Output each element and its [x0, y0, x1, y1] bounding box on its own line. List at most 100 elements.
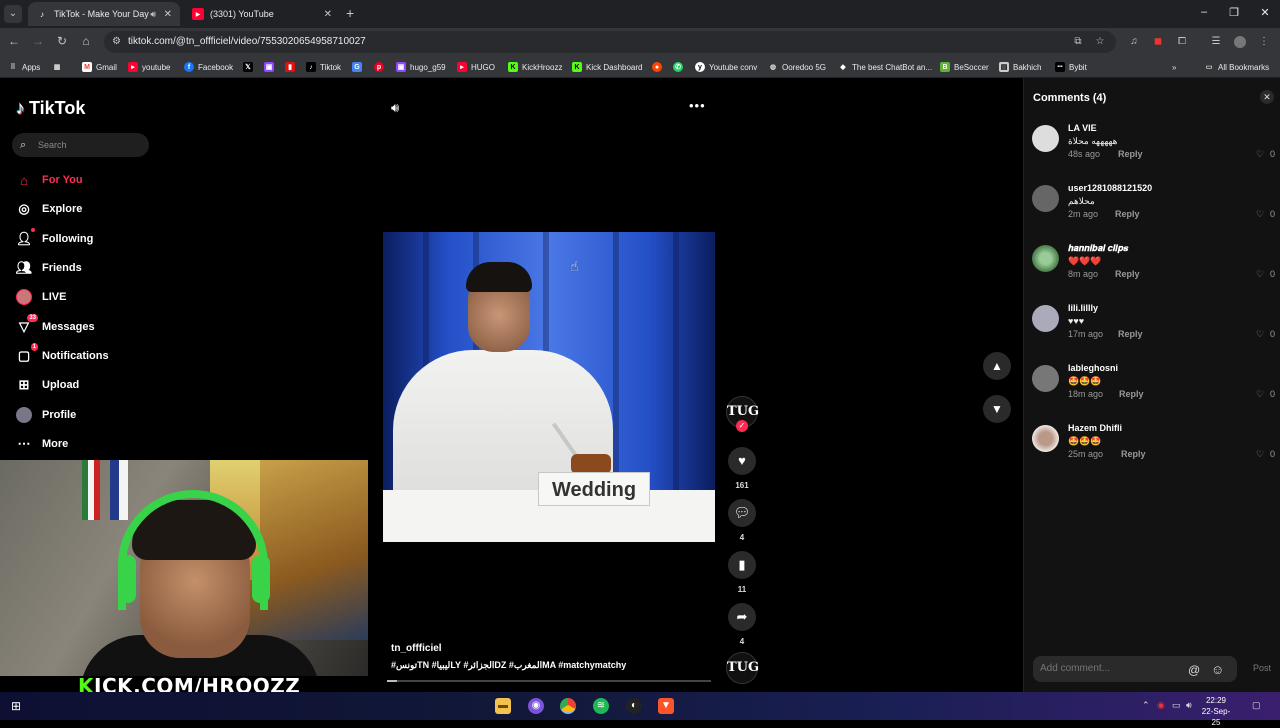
- all-bookmarks[interactable]: ▭ All Bookmarks: [1204, 60, 1269, 74]
- nav-friends[interactable]: 👥︎ Friends: [16, 258, 82, 278]
- like-button[interactable]: ♥: [728, 447, 756, 475]
- comment-username[interactable]: lableghosni: [1068, 363, 1118, 373]
- reply-button[interactable]: Reply: [1118, 149, 1143, 159]
- nav-upload[interactable]: ⊞ Upload: [16, 375, 80, 395]
- minimize-icon[interactable]: –: [1194, 6, 1214, 18]
- bookmark-whatsapp[interactable]: ✆: [673, 60, 687, 74]
- share-button[interactable]: ➦: [728, 603, 756, 631]
- bookmark-twitch[interactable]: ▣: [264, 60, 278, 74]
- bookmark-reddit[interactable]: ●: [652, 60, 666, 74]
- bookmark-hugo[interactable]: ▸ HUGO: [457, 60, 495, 74]
- reply-button[interactable]: Reply: [1119, 389, 1144, 399]
- comment-username[interactable]: user1281088121520: [1068, 183, 1152, 193]
- search-input[interactable]: ⌕ Search: [12, 133, 149, 157]
- follow-check-icon[interactable]: ✓: [736, 420, 748, 432]
- extension-icon[interactable]: ◼: [1152, 36, 1164, 48]
- tiktok-logo[interactable]: ♪ TikTok: [16, 98, 85, 119]
- avatar[interactable]: [1032, 365, 1059, 392]
- nav-profile[interactable]: Profile: [16, 405, 76, 425]
- profile-avatar-icon[interactable]: [1234, 36, 1246, 48]
- comment-username[interactable]: Hazem Dhifli: [1068, 423, 1122, 433]
- extensions-puzzle-icon[interactable]: ⧠: [1176, 36, 1188, 48]
- avatar[interactable]: [1032, 245, 1059, 272]
- volume-tray-icon[interactable]: 🔊︎: [1186, 700, 1192, 711]
- heart-outline-icon[interactable]: ♡: [1256, 449, 1264, 460]
- comment-username[interactable]: 𝒉𝒂𝒏𝒏𝒊𝒃𝒂𝒍 𝒄𝒍𝒊𝒑𝒔: [1068, 243, 1128, 254]
- tray-chevron-icon[interactable]: ⌃: [1142, 700, 1150, 711]
- heart-outline-icon[interactable]: ♡: [1256, 149, 1264, 160]
- home-icon[interactable]: ⌂: [78, 34, 94, 48]
- comment-button[interactable]: 💬︎: [728, 499, 756, 527]
- video-hashtags[interactable]: #تونسTN #ليبياLY #الجزائرDZ #المغربMA #m…: [391, 660, 626, 671]
- reply-button[interactable]: Reply: [1115, 269, 1140, 279]
- save-button[interactable]: ▮: [728, 551, 756, 579]
- spotify-icon[interactable]: ≋: [593, 698, 609, 714]
- bookmark-apps[interactable]: ⠿ Apps: [8, 60, 40, 74]
- bookmark-kickhroozz[interactable]: K KickHroozz: [508, 60, 562, 74]
- forward-icon[interactable]: →: [30, 34, 46, 48]
- bookmark-translate[interactable]: G: [352, 60, 366, 74]
- bookmark-bybit[interactable]: ••• Bybit: [1055, 60, 1087, 74]
- extension-icon[interactable]: ♫: [1128, 36, 1140, 48]
- bookmark-youtube[interactable]: ▸ youtube: [128, 60, 170, 74]
- reload-icon[interactable]: ↻: [54, 34, 70, 48]
- bookmark-star-icon[interactable]: ☆: [1094, 36, 1106, 48]
- video-player[interactable]: Wedding: [383, 232, 715, 542]
- next-video-chevron-down-icon[interactable]: ▼: [983, 395, 1011, 423]
- bookmark-ooredoo[interactable]: ◍ Ooredoo 5G: [768, 60, 826, 74]
- comment-username[interactable]: lili.lillly: [1068, 303, 1098, 313]
- bookmarks-overflow-icon[interactable]: »: [1172, 60, 1176, 74]
- bookmark-besoccer[interactable]: B BeSoccer: [940, 60, 989, 74]
- reading-list-icon[interactable]: ☰: [1210, 36, 1222, 48]
- bookmark-youtube-conv[interactable]: y Youtube conv: [695, 60, 757, 74]
- close-window-icon[interactable]: ✕: [1255, 6, 1275, 19]
- restore-icon[interactable]: ❐: [1224, 6, 1244, 19]
- menu-dots-icon[interactable]: ⋮: [1258, 36, 1270, 48]
- tab-search-button[interactable]: ⌄: [4, 5, 22, 23]
- post-button[interactable]: Post: [1253, 663, 1271, 673]
- comment-input[interactable]: [1033, 656, 1237, 682]
- more-options-icon[interactable]: •••: [689, 98, 706, 113]
- nav-for-you[interactable]: ⌂ For You: [16, 170, 82, 190]
- heart-outline-icon[interactable]: ♡: [1256, 389, 1264, 400]
- install-icon[interactable]: ⧉: [1072, 36, 1084, 48]
- address-bar[interactable]: ⚙ tiktok.com/@tn_offficiel/video/7553020…: [104, 31, 1116, 53]
- new-tab-icon[interactable]: +: [346, 5, 354, 21]
- avatar[interactable]: [1032, 125, 1059, 152]
- emoji-icon[interactable]: ☺: [1211, 662, 1224, 677]
- comment-username[interactable]: LA VIE: [1068, 123, 1097, 133]
- brave-icon[interactable]: ▼: [658, 698, 674, 714]
- bookmark-chatbot[interactable]: ◆ The best ChatBot an...: [838, 60, 932, 74]
- heart-outline-icon[interactable]: ♡: [1256, 329, 1264, 340]
- nav-notifications[interactable]: ▢ 1 Notifications: [16, 343, 109, 366]
- taskbar-clock[interactable]: 22:29 22-Sep-25: [1198, 695, 1234, 728]
- windows-start-icon[interactable]: ⊞: [8, 698, 24, 714]
- bookmark-bakhich[interactable]: ▤ Bakhich: [999, 60, 1041, 74]
- nav-following[interactable]: 👤︎ Following: [16, 228, 93, 249]
- avatar[interactable]: [1032, 305, 1059, 332]
- close-icon[interactable]: ✕: [1260, 90, 1274, 104]
- reply-button[interactable]: Reply: [1121, 449, 1146, 459]
- bookmark-gmail[interactable]: M Gmail: [82, 60, 117, 74]
- previous-video-chevron-up-icon[interactable]: ▲: [983, 352, 1011, 380]
- reply-button[interactable]: Reply: [1118, 329, 1143, 339]
- nav-messages[interactable]: ▽ 33 Messages: [16, 314, 95, 337]
- bookmark-tiktok[interactable]: ♪ Tiktok: [306, 60, 341, 74]
- bookmark-extra[interactable]: ▮: [285, 60, 299, 74]
- mention-icon[interactable]: @: [1188, 663, 1200, 677]
- back-icon[interactable]: ←: [6, 34, 22, 48]
- file-explorer-icon[interactable]: ▬: [495, 698, 511, 714]
- app-icon[interactable]: ◉: [528, 698, 544, 714]
- volume-icon[interactable]: 🔊︎: [391, 100, 399, 116]
- bookmark-hugo-g59[interactable]: ▣ hugo_g59: [396, 60, 446, 74]
- bookmark-grid[interactable]: ▦: [52, 60, 66, 74]
- video-progress-bar[interactable]: [387, 680, 711, 682]
- tab-youtube[interactable]: ▶ (3301) YouTube ✕: [184, 2, 340, 26]
- sound-avatar[interactable]: TUG: [726, 652, 759, 684]
- site-info-icon[interactable]: ⚙: [112, 31, 121, 53]
- tray-app-icon[interactable]: ◉: [1157, 700, 1165, 711]
- avatar[interactable]: [1032, 185, 1059, 212]
- nav-more[interactable]: ⋯ More: [16, 434, 69, 454]
- nav-explore[interactable]: ◎ Explore: [16, 199, 82, 219]
- nav-live[interactable]: LIVE: [16, 287, 66, 307]
